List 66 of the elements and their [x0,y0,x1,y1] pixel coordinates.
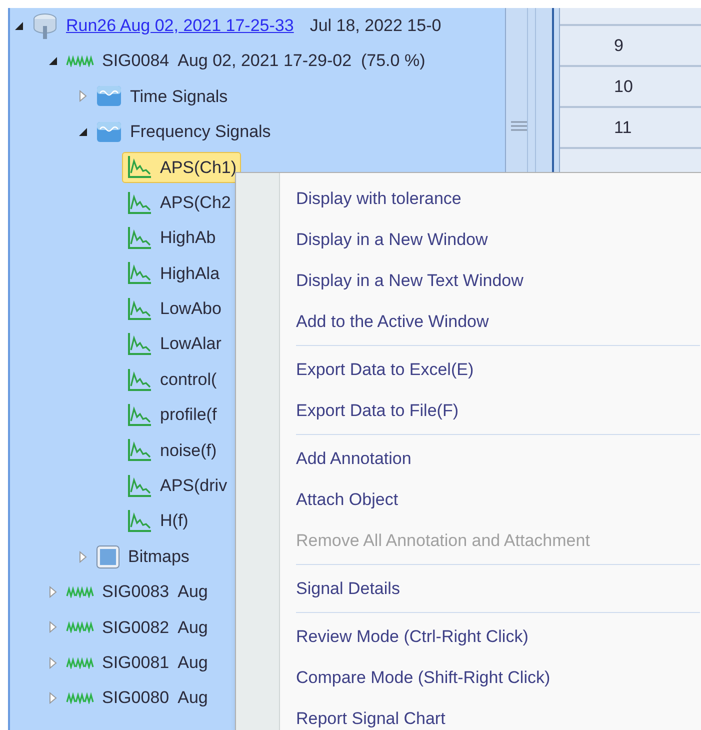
tree-item[interactable]: Run26 Aug 02, 2021 17-25-33 [28,8,298,43]
cylinder-icon [32,12,58,40]
tree-item[interactable]: SIG0080 Aug [62,682,212,714]
tree-item[interactable]: noise(f) [122,434,221,466]
menu-item[interactable]: Add to the Active Window [296,301,701,342]
table-cell-text: 11 [614,116,632,139]
line-chart-icon [126,261,152,286]
menu-item[interactable]: Display in a New Window [296,219,701,260]
menu-item[interactable]: Compare Mode (Shift-Right Click) [296,657,701,698]
menu-item[interactable]: Display in a New Text Window [296,260,701,301]
tree-item[interactable]: SIG0082 Aug [62,612,212,644]
tree-item[interactable]: HighAb [122,222,220,254]
tree-item[interactable]: LowAlar [122,328,226,360]
wave-icon [66,621,94,634]
tree-item[interactable]: APS(Ch1) [122,152,241,183]
menu-item[interactable]: Attach Object [296,479,701,520]
tree-item[interactable]: H(f) [122,505,192,537]
tree-item[interactable]: Bitmaps [92,540,194,572]
expand-triangle-icon[interactable] [48,656,58,669]
wave-icon [66,586,94,598]
line-chart-icon [126,190,152,215]
tree-item[interactable]: Time Signals [92,80,232,112]
table-cell-text: 9 [614,34,624,57]
tree-item[interactable]: APS(driv [122,470,232,502]
expand-triangle-icon[interactable] [48,621,58,634]
line-chart-icon [126,296,152,321]
grip-icon[interactable] [511,121,527,131]
expand-triangle-icon[interactable] [48,586,58,598]
wave-icon [66,656,94,669]
signal-folder-icon [96,84,122,108]
menu-item[interactable]: Export Data to Excel(E) [296,349,701,390]
tree-item[interactable]: Frequency Signals [92,116,275,148]
tree-item[interactable]: profile(f [122,399,221,431]
line-chart-icon [126,226,152,250]
table-cell-text: 10 [614,76,633,98]
collapse-triangle-icon[interactable] [78,126,88,138]
expand-triangle-icon[interactable] [48,692,58,704]
menu-item[interactable]: Report Signal Chart [296,698,701,730]
expand-triangle-icon[interactable] [78,90,88,102]
line-chart-icon [126,332,152,356]
line-chart-icon [126,509,152,534]
signal-folder-icon [96,120,122,144]
line-chart-icon [126,368,152,392]
menu-item[interactable]: Review Mode (Ctrl-Right Click) [296,616,701,657]
tree-item[interactable]: SIG0081 Aug [62,646,212,678]
menu-item[interactable]: Add Annotation [296,438,701,479]
image-frame-icon [96,544,120,569]
wave-icon [66,55,94,68]
menu-item[interactable]: Export Data to File(F) [296,390,701,431]
tree-item[interactable]: HighAla [122,258,224,290]
run-date: Jul 18, 2022 15-0 [310,14,442,37]
tree-item[interactable]: control( [122,364,221,396]
expand-triangle-icon[interactable] [78,550,88,563]
tree-item[interactable]: SIG0083 Aug [62,576,212,608]
wave-icon [66,692,94,704]
tree-item[interactable]: APS(Ch2 [122,186,235,218]
menu-item[interactable]: Display with tolerance [296,178,701,219]
line-chart-icon [126,438,152,462]
menu-item[interactable]: Signal Details [296,568,701,609]
tree-item[interactable]: LowAbo [122,293,226,325]
collapse-triangle-icon[interactable] [48,55,58,68]
collapse-triangle-icon[interactable] [14,20,24,32]
line-chart-icon [126,155,152,180]
line-chart-icon [126,474,152,498]
line-chart-icon [126,402,152,427]
tree-item[interactable]: SIG0084 Aug 02, 2021 17-29-02 (75.0 %) [62,45,430,77]
